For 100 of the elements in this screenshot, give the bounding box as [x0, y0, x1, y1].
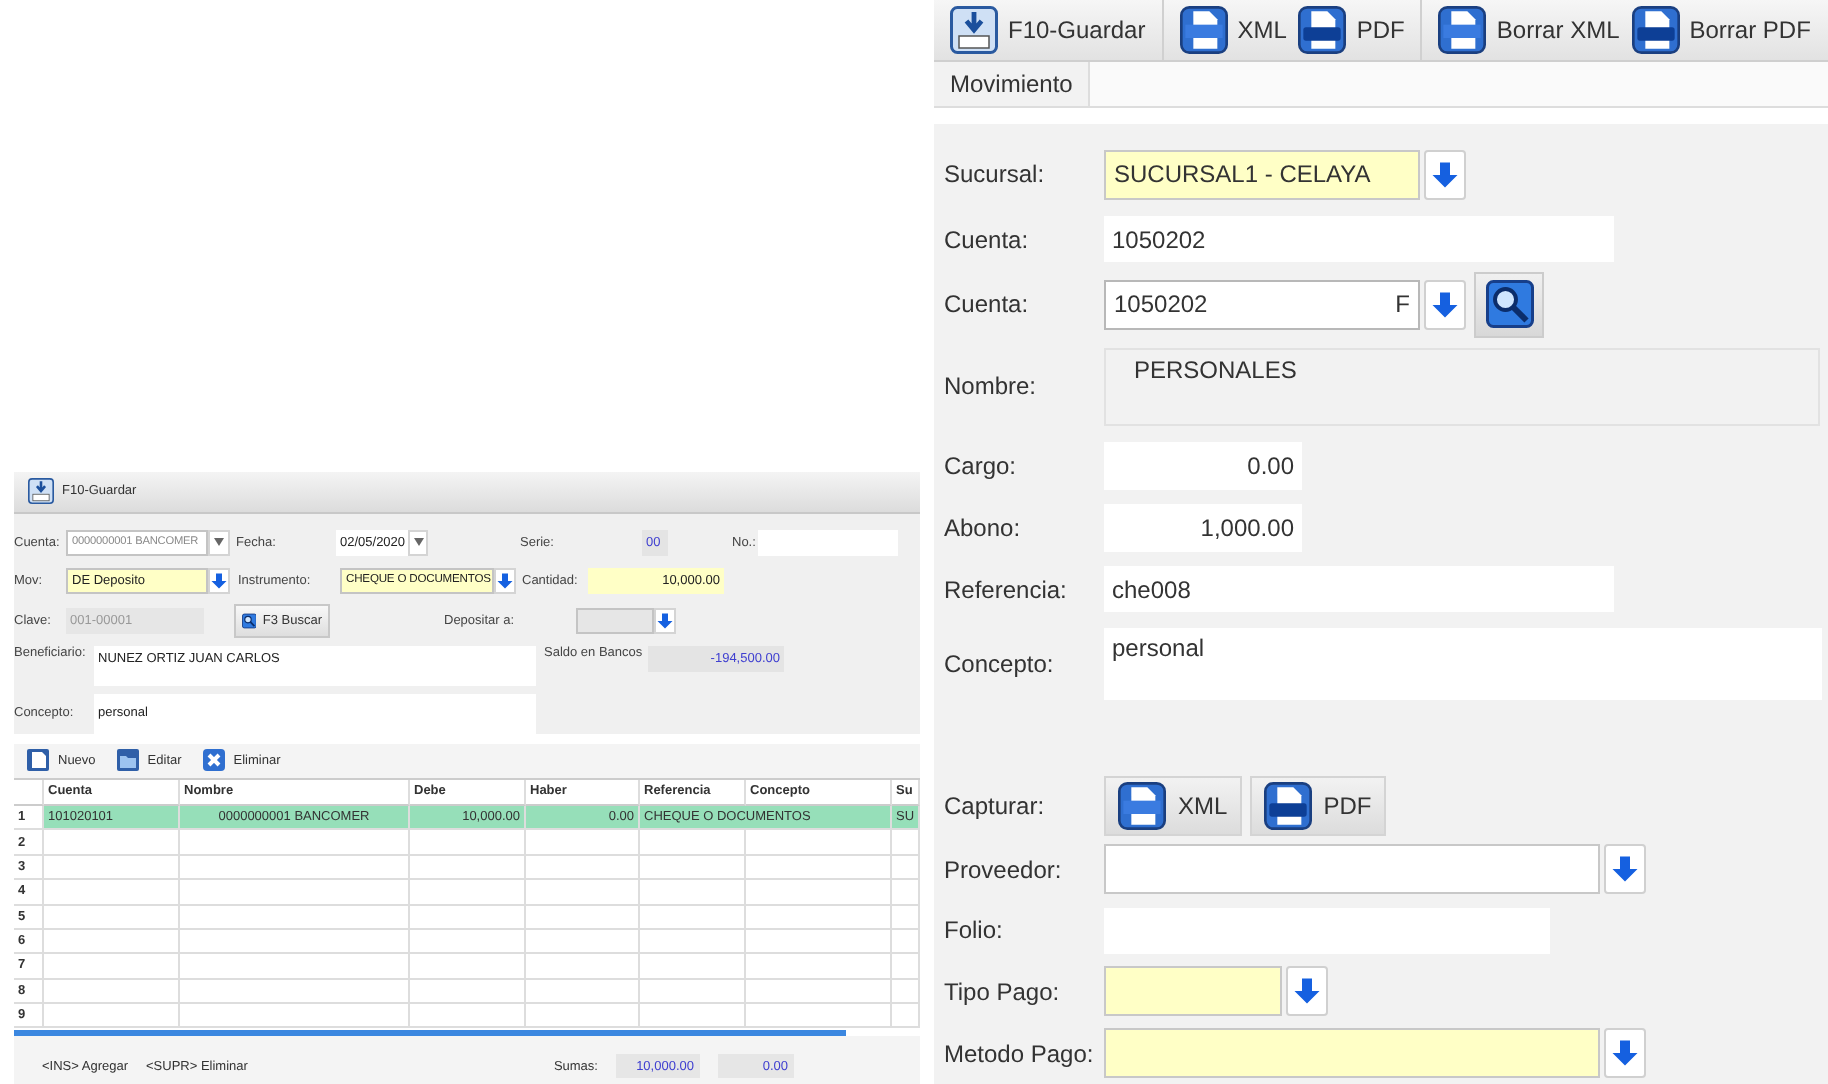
- select-field[interactable]: [1104, 844, 1600, 894]
- table-cell: [526, 855, 640, 881]
- select-field[interactable]: SUCURSAL1 - CELAYA: [1104, 149, 1420, 199]
- pdf-document-icon: [1298, 6, 1347, 55]
- arrow-down-icon: [1430, 159, 1460, 189]
- table-cell: [410, 1004, 526, 1029]
- table-cell: [892, 905, 920, 930]
- search-icon: [1485, 280, 1533, 328]
- pdf-document-icon: [1263, 781, 1312, 829]
- delete-icon: [201, 748, 226, 773]
- toolbar-button[interactable]: Borrar XML: [1432, 0, 1626, 61]
- search-icon: [242, 609, 257, 632]
- toolbar-button[interactable]: PDF: [1292, 0, 1423, 61]
- text-field[interactable]: che008: [1104, 566, 1614, 612]
- field-label: Sucursal:: [944, 160, 1047, 188]
- save-icon: [950, 6, 998, 55]
- table-cell: [410, 905, 526, 930]
- dropdown-button[interactable]: [1424, 149, 1466, 199]
- table-cell: [410, 830, 526, 856]
- amount-field[interactable]: 1,000.00: [1104, 503, 1302, 551]
- deposit-field[interactable]: [576, 607, 654, 634]
- caret-icon: [413, 538, 423, 547]
- table-cell: [526, 954, 640, 980]
- toolbar-button[interactable]: Borrar PDF: [1625, 0, 1817, 61]
- attach-button[interactable]: XML: [1104, 775, 1242, 835]
- new-document-icon: [26, 748, 50, 773]
- select-field[interactable]: [1104, 1028, 1600, 1078]
- tab[interactable]: Movimiento: [934, 62, 1091, 106]
- table-cell: [526, 830, 640, 856]
- table-cell: [410, 979, 526, 1005]
- field-label: Capturar:: [944, 791, 1047, 819]
- table-cell: [640, 905, 746, 930]
- table-cell: [526, 905, 640, 930]
- memo-field[interactable]: PERSONALES: [1104, 347, 1820, 425]
- save-icon: [28, 478, 54, 505]
- memo-field[interactable]: personal: [1104, 628, 1822, 700]
- field-label: Folio:: [944, 916, 1005, 944]
- text-field[interactable]: 1050202: [1104, 216, 1614, 262]
- field-label: Proveedor:: [944, 855, 1064, 883]
- table-cell: [640, 929, 746, 955]
- scrollbar[interactable]: [14, 1030, 846, 1037]
- arrow-down-icon: [210, 571, 228, 590]
- table-cell: [892, 954, 920, 980]
- field-label: Referencia:: [944, 575, 1069, 603]
- table-cell: [410, 929, 526, 955]
- dropdown-button[interactable]: [654, 607, 676, 634]
- pdf-document-icon: [1631, 6, 1680, 55]
- caret-icon: [214, 538, 224, 547]
- table-cell: [410, 880, 526, 905]
- dropdown-button[interactable]: [1424, 279, 1466, 329]
- table-cell: [410, 855, 526, 881]
- dropdown-button[interactable]: [1286, 966, 1328, 1016]
- table-cell: [892, 880, 920, 905]
- account-field[interactable]: 1050202 F: [1104, 279, 1420, 329]
- xml-document-icon: [1118, 781, 1166, 829]
- table-cell: [892, 855, 920, 881]
- toolbar-button[interactable]: F10-Guardar: [944, 0, 1164, 61]
- table-cell: [892, 830, 920, 856]
- toolbar-button[interactable]: XML: [1173, 0, 1293, 61]
- table-cell: [640, 830, 746, 856]
- field-label: Tipo Pago:: [944, 977, 1062, 1005]
- table-cell: [640, 1004, 746, 1029]
- table-cell: [526, 1004, 640, 1029]
- arrow-down-icon: [1292, 976, 1322, 1006]
- xml-document-icon: [1179, 6, 1228, 55]
- arrow-down-icon: [1610, 1038, 1640, 1068]
- arrow-down-icon: [656, 611, 674, 630]
- attach-button[interactable]: PDF: [1249, 775, 1386, 835]
- table-cell: [640, 880, 746, 905]
- dropdown-button[interactable]: [208, 567, 230, 594]
- field-label: Metodo Pago:: [944, 1039, 1096, 1067]
- table-cell: [410, 954, 526, 980]
- amount-field[interactable]: 0.00: [1104, 441, 1302, 489]
- table-cell: [640, 855, 746, 881]
- table-cell: [640, 954, 746, 980]
- field-label: Abono:: [944, 513, 1023, 541]
- dropdown-button[interactable]: [408, 529, 428, 556]
- arrow-down-icon: [496, 571, 514, 590]
- dropdown-button[interactable]: [494, 567, 516, 594]
- arrow-down-icon: [1430, 289, 1460, 319]
- table-cell: [640, 979, 746, 1005]
- xml-document-icon: [1438, 6, 1487, 55]
- dropdown-button[interactable]: [1604, 844, 1646, 894]
- field-label: Nombre:: [944, 372, 1039, 400]
- table-cell: [892, 979, 920, 1005]
- field-label: Cuenta:: [944, 225, 1031, 253]
- search-button[interactable]: [1474, 271, 1544, 337]
- table-cell: [892, 1004, 920, 1029]
- dropdown-button[interactable]: [1604, 1028, 1646, 1078]
- table-cell: [526, 929, 640, 955]
- field-label: Cuenta:: [944, 290, 1031, 318]
- table-cell: [526, 979, 640, 1005]
- select-field[interactable]: [1104, 966, 1282, 1016]
- field-label: Cargo:: [944, 451, 1019, 479]
- table-cell: [892, 929, 920, 955]
- arrow-down-icon: [1610, 854, 1640, 884]
- dropdown-button[interactable]: [208, 529, 230, 556]
- table-cell: [526, 880, 640, 905]
- folder-icon: [115, 748, 140, 773]
- field-label: Concepto:: [944, 650, 1056, 678]
